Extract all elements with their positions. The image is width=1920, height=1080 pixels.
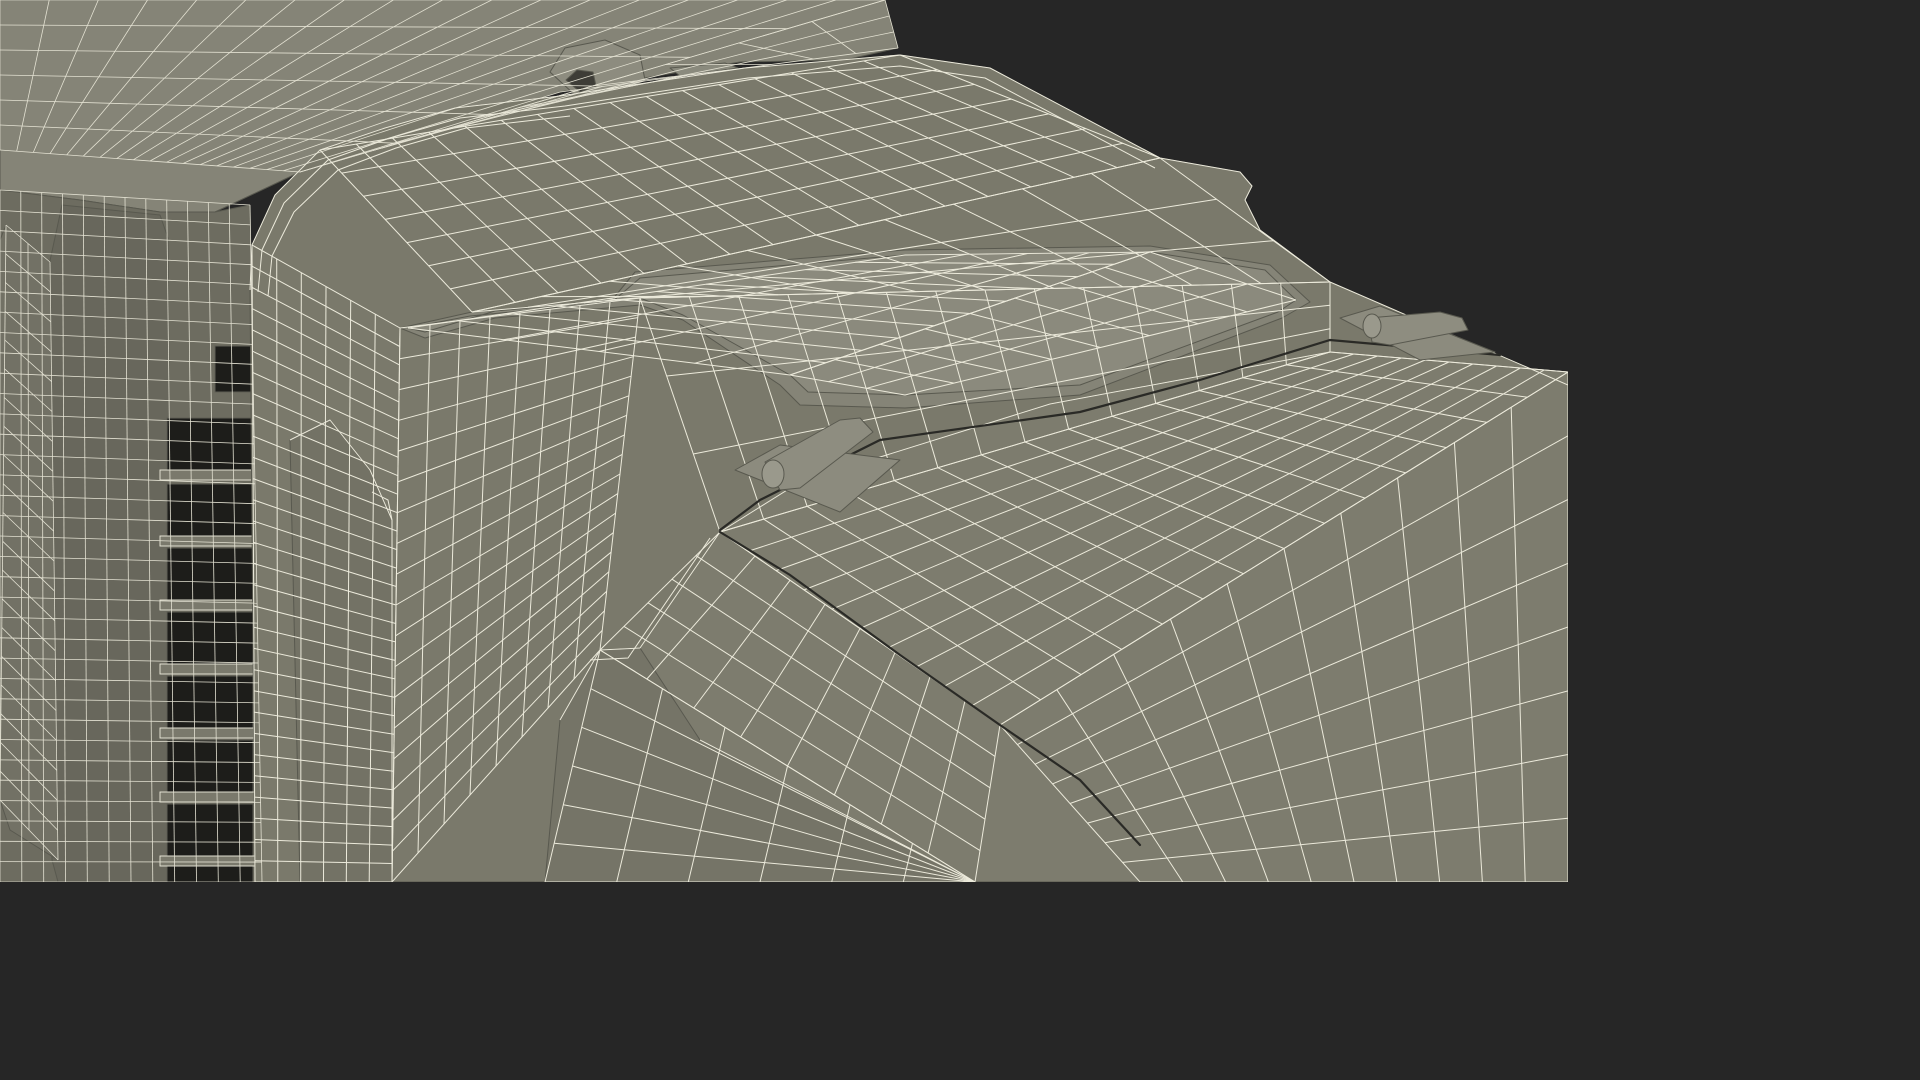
vent-slat: [159, 727, 257, 739]
vent-slat: [159, 791, 257, 803]
vent-slot: [166, 803, 254, 857]
mesh-edge: [0, 861, 262, 863]
front-housing: [249, 54, 1568, 882]
hinge-knuckle-end: [1362, 313, 1382, 339]
vent-slot: [214, 345, 256, 393]
vent-slat: [159, 663, 257, 675]
vent-slot: [166, 547, 254, 601]
front-face-left: [289, 419, 393, 882]
render-viewport: [0, 0, 1568, 882]
vent-slat: [159, 469, 257, 481]
wireframe-render: [0, 0, 1568, 882]
hinge-knuckle-end: [761, 459, 785, 489]
vent-slot: [166, 611, 254, 665]
vent-slot: [166, 483, 254, 537]
vent-slot: [166, 739, 254, 793]
